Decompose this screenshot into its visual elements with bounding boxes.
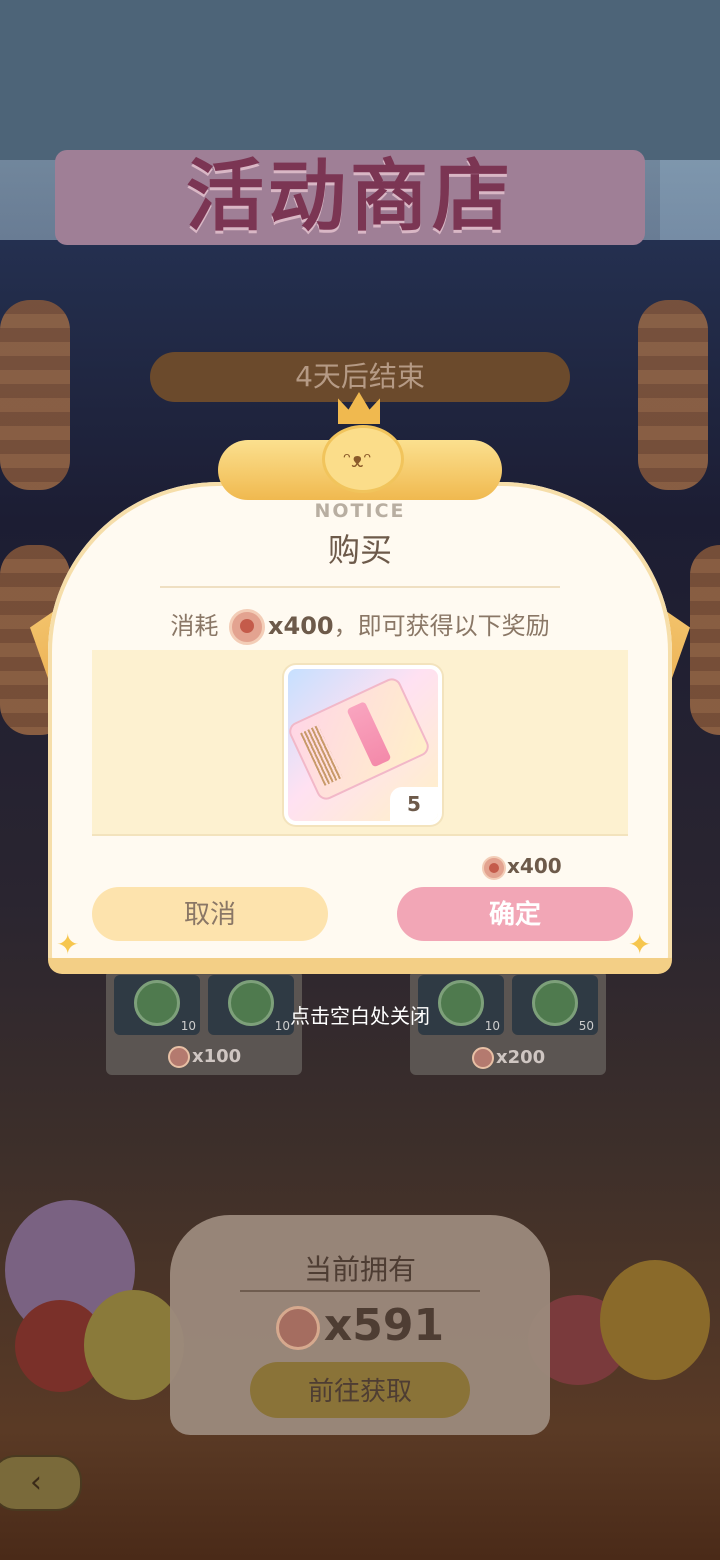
lantern-right [638,300,708,490]
goto-obtain-button[interactable]: 前往获取 [250,1362,470,1418]
owned-divider [240,1290,480,1292]
cancel-button[interactable]: 取消 [92,887,328,941]
dialog-title: 购买 [327,531,392,569]
back-arrow-icon[interactable]: ‹ [0,1455,82,1511]
owned-title: 当前拥有 [303,1253,416,1286]
notice-label: NOTICE [314,500,406,522]
sparkle-icon: ✦ [56,928,80,961]
sparkle-icon: ✦ [628,928,652,961]
confirm-button[interactable]: 确定 [397,887,633,941]
reward-count: 5 [390,787,438,821]
card-2-price: x200 [472,1047,545,1069]
card-1-price: x100 [168,1046,241,1068]
coin-icon [168,1046,190,1068]
ticket-ribbon [346,701,392,768]
lantern-left [0,300,70,490]
reward-item[interactable]: 5 [284,665,442,825]
coin-icon [472,1047,494,1069]
close-hint: 点击空白处关闭 [290,1004,430,1028]
dialog-bottom-band [48,958,672,974]
balloon-decoration [84,1290,184,1400]
title-divider [160,586,560,588]
owned-count: x591 [170,1300,550,1351]
cat-decoration [600,1260,710,1380]
coin-icon [275,1306,320,1350]
cost-description: 消耗 x400，即可获得以下奖励 [0,606,720,645]
purchase-price: x400 [482,854,562,880]
ticket-shape [288,675,433,803]
ticket-barcode [300,724,343,786]
event-shop-screen: 活动商店 4天后结束 10 10 x100 10 50 x200 点击空白处关闭… [0,0,720,1560]
coin-icon [229,609,266,645]
mascot-face-icon: ᵔᴥᵔ [343,448,372,472]
coin-icon [482,855,506,880]
shop-title: 活动商店 [55,150,645,245]
